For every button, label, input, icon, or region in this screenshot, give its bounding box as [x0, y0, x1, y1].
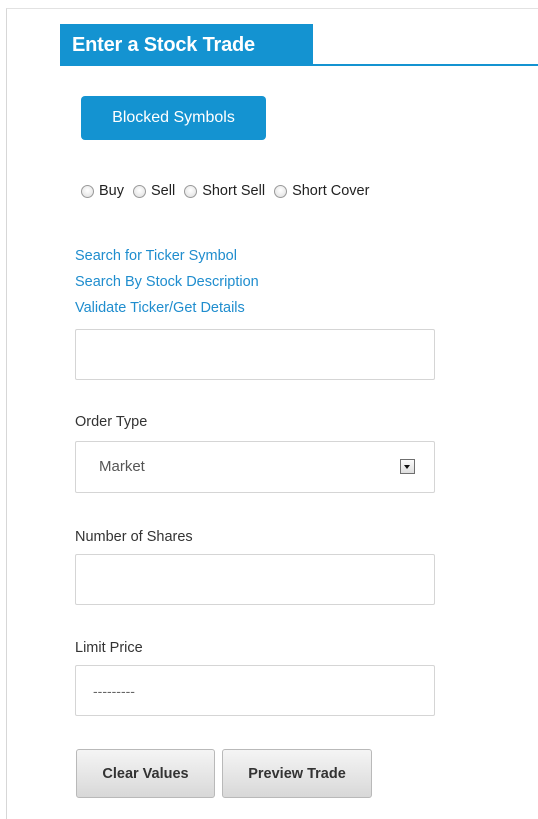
radio-short-sell[interactable]: Short Sell	[184, 183, 265, 199]
radio-button-icon[interactable]	[81, 184, 94, 198]
order-type-label: Order Type	[75, 414, 148, 430]
page-title: Enter a Stock Trade	[60, 24, 313, 66]
clear-values-button[interactable]: Clear Values	[76, 749, 215, 798]
radio-short-cover-label: Short Cover	[292, 183, 370, 199]
validate-ticker-link[interactable]: Validate Ticker/Get Details	[75, 295, 259, 321]
number-of-shares-input[interactable]	[75, 554, 435, 605]
ticker-links: Search for Ticker Symbol Search By Stock…	[75, 243, 259, 321]
limit-price-input[interactable]	[75, 665, 435, 716]
header-divider	[60, 64, 538, 66]
order-type-select[interactable]: Market	[75, 441, 435, 493]
number-of-shares-label: Number of Shares	[75, 529, 193, 545]
preview-trade-button[interactable]: Preview Trade	[222, 749, 372, 798]
radio-short-cover[interactable]: Short Cover	[274, 183, 369, 199]
radio-buy-label: Buy	[99, 183, 124, 199]
radio-button-icon[interactable]	[133, 184, 146, 198]
radio-sell[interactable]: Sell	[133, 183, 175, 199]
search-ticker-link[interactable]: Search for Ticker Symbol	[75, 243, 259, 269]
radio-sell-label: Sell	[151, 183, 176, 199]
search-description-link[interactable]: Search By Stock Description	[75, 269, 259, 295]
radio-button-icon[interactable]	[274, 184, 288, 198]
blocked-symbols-button[interactable]: Blocked Symbols	[81, 96, 266, 140]
ticker-input[interactable]	[75, 329, 435, 380]
order-type-selected-value: Market	[99, 458, 145, 475]
radio-buy[interactable]: Buy	[81, 183, 124, 199]
limit-price-label: Limit Price	[75, 640, 143, 656]
trade-action-radio-group: Buy Sell Short Sell Short Cover	[81, 181, 378, 201]
dropdown-arrow-icon[interactable]	[400, 459, 415, 474]
radio-button-icon[interactable]	[184, 184, 198, 198]
radio-short-sell-label: Short Sell	[202, 183, 266, 199]
